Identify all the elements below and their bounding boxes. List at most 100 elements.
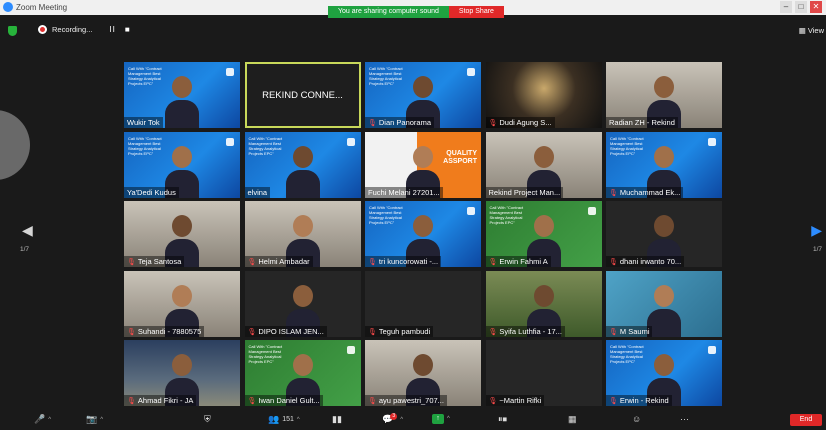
participant-name-label: 🎙 Ahmad Fikri - JA: [124, 395, 197, 406]
video-gallery: Call With "Contract Management Best Stra…: [124, 62, 722, 406]
head-shape: [533, 284, 554, 307]
view-button[interactable]: ▦ View: [799, 26, 824, 35]
shield-icon: ⛨: [204, 414, 211, 424]
participant-name: Teja Santosa: [137, 257, 182, 266]
participant-tile[interactable]: REKIND CONNE...: [244, 62, 361, 128]
breakout-rooms-button[interactable]: ▦: [568, 414, 577, 425]
participant-name: Ahmad Fikri - JA: [137, 396, 194, 405]
participant-name-label: 🎙 Teja Santosa: [124, 256, 185, 267]
head-shape: [533, 215, 554, 237]
muted-microphone-icon: 🎙: [127, 259, 136, 266]
participant-name-label: Radian ZH - Rekind: [606, 117, 678, 128]
close-button[interactable]: ✕: [810, 1, 822, 13]
participant-tile[interactable]: 🎙 dhani irwanto 70...: [606, 201, 722, 267]
participant-name-label: 🎙 ayu pawestri_707...: [365, 395, 447, 406]
participant-video-feed: [285, 145, 320, 198]
mute-button[interactable]: 🎤 ^: [34, 414, 51, 425]
head-shape: [654, 76, 674, 98]
participant-tile[interactable]: QUALITY ASSPORT Fuchi Melani 27201...: [365, 131, 481, 198]
torso-shape: [165, 100, 199, 128]
participant-name-label: 🎙 Helmi Ambadar: [244, 256, 313, 267]
maximize-button[interactable]: □: [795, 1, 807, 13]
participant-name: Wukir Tok: [127, 118, 160, 127]
head-shape: [533, 145, 554, 168]
security-button[interactable]: ⛨: [204, 414, 211, 425]
chevron-up-icon[interactable]: ^: [100, 417, 103, 423]
participant-tile[interactable]: Call With "Contract Management Best Stra…: [124, 131, 240, 198]
participant-tile[interactable]: Call With "Contract Management Best Stra…: [124, 62, 240, 128]
minimize-button[interactable]: –: [780, 1, 792, 13]
participant-tile[interactable]: 🎙 Dudi Agung S...: [485, 62, 602, 128]
participant-name-label: 🎙 Muchammad Ek...: [606, 186, 684, 198]
participant-name: Iwan Daniel Gult...: [258, 396, 320, 405]
participant-tile[interactable]: 🎙 Syifa Luthfia - 17...: [485, 270, 602, 337]
participant-tile[interactable]: 🎙 DIPO ISLAM JEN...: [244, 270, 361, 337]
zoom-logo-icon: [3, 2, 13, 12]
participant-tile[interactable]: Call With "Contract Management Best Stra…: [485, 201, 602, 267]
chat-button[interactable]: 💬 3 ^: [382, 413, 403, 425]
background-text-line: QUALITY: [446, 149, 477, 157]
page-indicator-left: 1/7: [20, 246, 30, 253]
muted-microphone-icon: 🎙: [368, 120, 377, 127]
participant-tile[interactable]: 🎙 Teja Santosa: [124, 201, 240, 267]
torso-shape: [285, 169, 320, 198]
participant-tile[interactable]: Call With "Contract Management Best Stra…: [244, 340, 361, 406]
participant-tile[interactable]: 🎙 ayu pawestri_707...: [365, 340, 481, 406]
more-button[interactable]: ···: [680, 414, 689, 424]
reactions-button[interactable]: ☺: [632, 414, 641, 424]
record-icon: [38, 25, 47, 34]
participant-tile[interactable]: Rekind Project Man...: [485, 131, 602, 198]
previous-page-arrow-icon[interactable]: ◀: [22, 222, 33, 239]
participant-tile[interactable]: 🎙 ~Martin Rifki: [485, 340, 602, 406]
company-logo-icon: [467, 207, 475, 215]
chevron-up-icon[interactable]: ^: [48, 417, 51, 423]
end-meeting-button[interactable]: End: [790, 414, 822, 426]
participant-name: tri kuncorowati -...: [378, 257, 439, 266]
participant-tile[interactable]: 🎙 Teguh pambudi: [365, 270, 481, 337]
participant-tile[interactable]: 🎙 Suhandi - 7880575: [124, 270, 240, 337]
next-page-arrow-icon[interactable]: ▶: [811, 222, 822, 239]
participant-tile[interactable]: Call With "Contract Management Best Stra…: [244, 131, 361, 198]
chevron-up-icon[interactable]: ^: [447, 416, 450, 422]
sharing-sound-message: You are sharing computer sound: [328, 6, 449, 18]
muted-microphone-icon: 🎙: [488, 328, 498, 336]
head-shape: [172, 145, 192, 168]
participant-name: dhani irwanto 70...: [619, 257, 682, 266]
overlay-shape: [0, 110, 30, 180]
participant-tile[interactable]: 🎙 M Saumi: [606, 270, 722, 337]
share-banner: You are sharing computer sound Stop Shar…: [328, 6, 504, 18]
pause-recording-button[interactable]: II: [109, 25, 115, 34]
muted-microphone-icon: 🎙: [609, 259, 618, 266]
record-button[interactable]: ⏸⏹: [498, 414, 507, 425]
participant-tile[interactable]: Radian ZH - Rekind: [606, 62, 722, 128]
chevron-up-icon[interactable]: ^: [297, 417, 300, 423]
stop-recording-button[interactable]: ■: [125, 25, 131, 34]
participant-tile[interactable]: Call With "Contract Management Best Stra…: [365, 201, 481, 267]
participant-name-label: Rekind Project Man...: [485, 186, 564, 198]
participant-tile[interactable]: Call With "Contract Management Best Stra…: [606, 340, 722, 406]
video-button[interactable]: 📷 ^: [86, 414, 103, 425]
muted-microphone-icon: 🎙: [609, 398, 618, 405]
participants-button[interactable]: 👥 151 ^: [268, 414, 300, 425]
chevron-up-icon[interactable]: ^: [400, 417, 403, 423]
polls-button[interactable]: ▮▮: [332, 414, 342, 425]
participant-tile[interactable]: 🎙 Ahmad Fikri - JA: [124, 340, 240, 406]
participant-name-label: 🎙 Iwan Daniel Gult...: [244, 395, 323, 406]
background-text-line: ASSPORT: [443, 157, 477, 165]
participant-tile[interactable]: Call With "Contract Management Best Stra…: [365, 62, 481, 128]
muted-microphone-icon: 🎙: [247, 328, 257, 336]
head-shape: [292, 145, 313, 168]
head-shape: [172, 354, 192, 376]
muted-microphone-icon: 🎙: [488, 398, 498, 405]
security-shield-icon[interactable]: [8, 26, 17, 36]
bar-chart-icon: ▮▮: [332, 414, 342, 424]
share-screen-button[interactable]: ↑ ^: [432, 414, 450, 424]
participant-name-label: 🎙 Erwin - Rekind: [606, 395, 672, 406]
participant-name-label: 🎙 Syifa Luthfia - 17...: [485, 325, 565, 337]
participant-tile[interactable]: 🎙 Helmi Ambadar: [244, 201, 361, 267]
participant-name: Dudi Agung S...: [499, 118, 552, 127]
participant-tile[interactable]: Call With "Contract Management Best Stra…: [606, 131, 722, 198]
muted-microphone-icon: 🎙: [127, 398, 136, 405]
stop-share-button[interactable]: Stop Share: [448, 6, 504, 18]
participant-video-feed: [165, 76, 199, 128]
